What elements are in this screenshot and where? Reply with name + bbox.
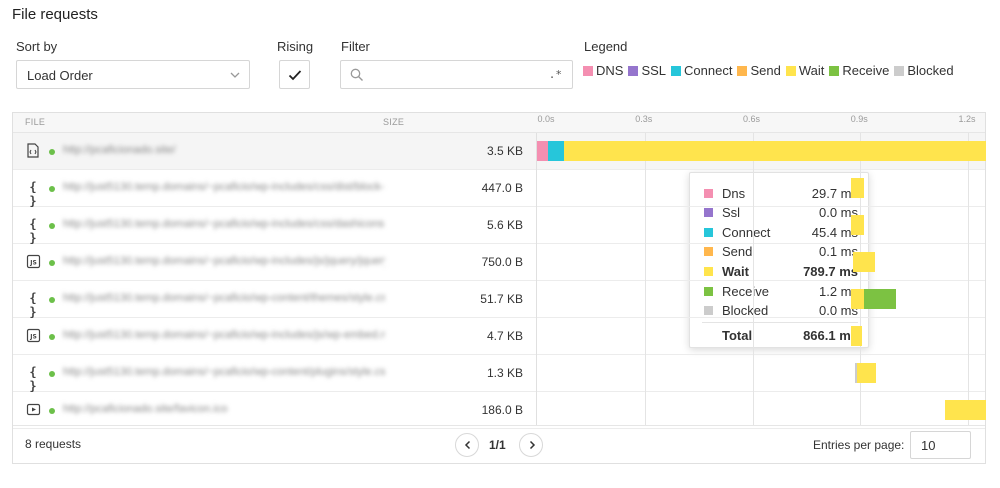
check-icon <box>288 70 302 81</box>
entries-per-page-label: Entries per page: <box>813 438 905 452</box>
filter-label: Filter <box>341 39 370 54</box>
request-url: http://pcaficionado.site/favicon.ico <box>63 403 228 415</box>
request-size: 750.0 B <box>481 255 523 269</box>
legend-swatch <box>785 65 796 76</box>
css-file-icon: { } <box>29 365 37 393</box>
table-footer: 8 requests 1/1 Entries per page: 10 <box>13 425 985 463</box>
entries-per-page-input[interactable]: 10 <box>910 431 971 459</box>
timeline-tick-label: 0.0s <box>537 114 555 124</box>
request-url: http://just5130.temp.domains/~pcaficio/w… <box>63 329 385 341</box>
request-size: 5.6 KB <box>486 218 523 232</box>
timeline-gridline <box>644 133 646 425</box>
status-ok-icon <box>49 371 55 377</box>
previous-page-button[interactable] <box>455 433 479 457</box>
filter-input[interactable] <box>369 65 549 85</box>
sort-by-label: Sort by <box>16 39 58 54</box>
svg-text:JS: JS <box>29 334 37 341</box>
request-url: http://just5130.temp.domains/~pcaficio/w… <box>63 366 385 378</box>
chevron-left-icon <box>464 440 471 450</box>
request-size: 3.5 KB <box>486 144 523 158</box>
status-ok-icon <box>49 186 55 192</box>
legend-item-ssl: SSL <box>628 63 666 78</box>
timing-bar-receive[interactable] <box>863 289 897 309</box>
timing-bar-wait[interactable] <box>851 326 863 346</box>
column-header-file[interactable]: FILE <box>25 117 45 127</box>
rising-label: Rising <box>277 39 314 54</box>
request-size: 4.7 KB <box>486 329 523 343</box>
regex-toggle[interactable]: .* <box>549 68 562 81</box>
status-ok-icon <box>49 408 55 414</box>
request-size: 51.7 KB <box>480 292 523 306</box>
sort-by-value: Load Order <box>27 68 93 83</box>
timeline-tick-label: 0.9s <box>850 114 868 124</box>
status-ok-icon <box>49 149 55 155</box>
svg-text:JS: JS <box>29 260 37 267</box>
legend-swatch <box>894 65 905 76</box>
next-page-button[interactable] <box>519 433 543 457</box>
timing-bar-wait[interactable] <box>853 252 875 272</box>
request-count: 8 requests <box>25 437 82 451</box>
legend-item-dns: DNS <box>583 63 623 78</box>
legend-swatch <box>671 65 682 76</box>
status-ok-icon <box>49 223 55 229</box>
timing-bar-wait[interactable] <box>851 178 864 198</box>
legend-item-blocked: Blocked <box>894 63 954 78</box>
timing-bar-dns[interactable] <box>537 141 548 161</box>
css-file-icon: { } <box>29 291 37 319</box>
timeline-gridline <box>968 133 970 425</box>
js-file-icon: JS <box>25 254 41 270</box>
request-size: 186.0 B <box>481 403 523 417</box>
timeline-tick-label: 0.6s <box>743 114 761 124</box>
legend-item-receive: Receive <box>829 63 889 78</box>
status-ok-icon <box>49 260 55 266</box>
rising-checkbox[interactable] <box>279 60 310 89</box>
request-url: http://just5130.temp.domains/~pcaficio/w… <box>63 292 385 304</box>
timeline-gridline <box>752 133 754 425</box>
page-indicator: 1/1 <box>489 438 506 452</box>
sort-by-select[interactable]: Load Order <box>16 60 250 89</box>
file-requests-table: FILE SIZE 0.0s 0.3s 0.6s 0.9s 1.2s http://pc… <box>12 112 986 464</box>
legend-swatch <box>583 65 593 76</box>
request-url: http://pcaficionado.site/ <box>63 144 176 156</box>
column-header-size[interactable]: SIZE <box>383 117 404 127</box>
status-ok-icon <box>49 334 55 340</box>
page-title: File requests <box>12 6 98 23</box>
legend-swatch <box>628 65 639 76</box>
table-header: FILE SIZE 0.0s 0.3s 0.6s 0.9s 1.2s <box>13 113 985 133</box>
request-size: 447.0 B <box>481 181 523 195</box>
timeline-tick-label: 0.3s <box>635 114 653 124</box>
timing-bar-wait[interactable] <box>851 289 864 309</box>
css-file-icon: { } <box>29 217 37 245</box>
chevron-right-icon <box>529 440 536 450</box>
legend-item-wait: Wait <box>785 63 824 78</box>
waterfall-timeline <box>536 133 986 425</box>
timing-bar-connect[interactable] <box>547 141 564 161</box>
chevron-down-icon <box>230 72 240 78</box>
request-url: http://just5130.temp.domains/~pcaficio/w… <box>63 218 385 230</box>
media-file-icon <box>25 402 41 418</box>
request-url: http://just5130.temp.domains/~pcaficio/w… <box>63 255 385 267</box>
status-ok-icon <box>49 297 55 303</box>
search-icon <box>350 68 363 81</box>
legend-swatch <box>737 65 748 76</box>
request-size: 1.3 KB <box>486 366 523 380</box>
timeline-tick-label: 1.2s <box>958 114 976 124</box>
js-file-icon: JS <box>25 328 41 344</box>
timing-bar-wait[interactable] <box>564 141 986 161</box>
legend-item-connect: Connect <box>671 63 732 78</box>
request-url: http://just5130.temp.domains/~pcaficio/w… <box>63 181 385 193</box>
legend: DNS SSL Connect Send Wait Receive Blocke… <box>583 63 959 78</box>
css-file-icon: { } <box>29 180 37 208</box>
timing-bar-wait[interactable] <box>944 400 986 420</box>
legend-swatch <box>829 65 840 76</box>
timing-bar-wait[interactable] <box>856 363 877 383</box>
filter-field: .* <box>340 60 573 89</box>
legend-label: Legend <box>584 39 628 54</box>
legend-item-send: Send <box>737 63 781 78</box>
html-file-icon <box>25 143 41 159</box>
timing-bar-wait[interactable] <box>851 215 864 235</box>
